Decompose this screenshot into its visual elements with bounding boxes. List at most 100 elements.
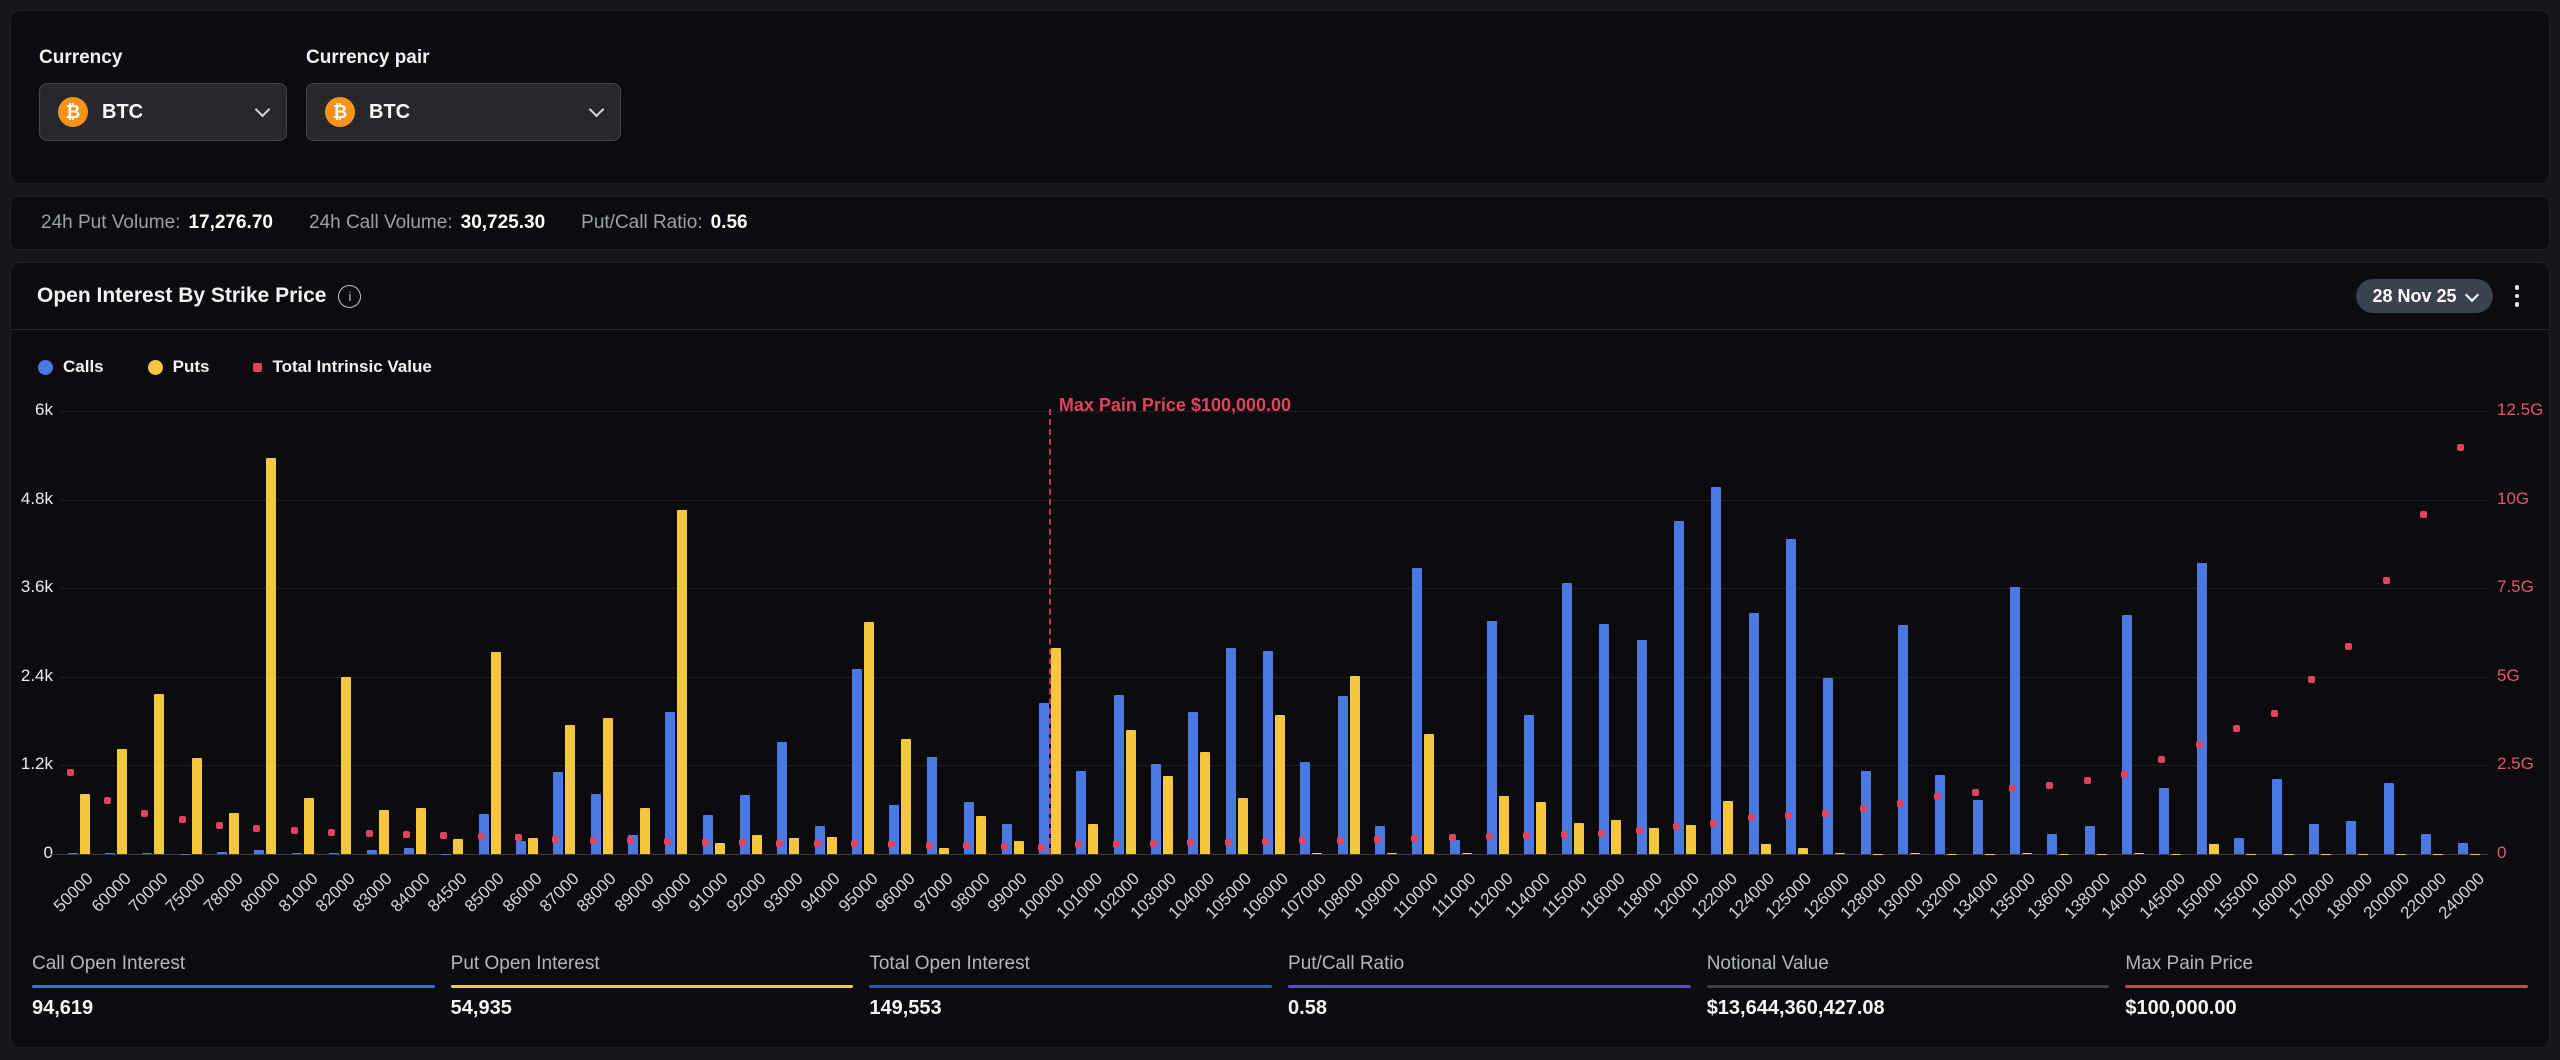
tiv-point [1598,830,1605,837]
currency-pair-value: BTC [369,101,410,124]
left-axis-tick: 0 [10,843,53,863]
tiv-point [1038,844,1045,851]
footer-stat: Total Open Interest 149,553 [869,953,1272,1020]
tiv-point [664,838,671,845]
put-call-ratio-label: Put/Call Ratio: [581,212,702,234]
call-bar [665,712,675,854]
call-bar [2309,824,2319,854]
call-bar [254,850,264,854]
tiv-point [1374,836,1381,843]
put-bar [1947,854,1957,855]
tiv-point [2271,710,2278,717]
put-bar [864,622,874,854]
tiv-point [440,832,447,839]
footer-stat: Notional Value $13,644,360,427.08 [1707,953,2110,1020]
footer-stat-underline [1707,985,2110,988]
put-bar [2433,854,2443,855]
put-bar [1163,776,1173,854]
put-bar [1088,824,1098,854]
put-bar [341,677,351,854]
tiv-point [627,837,634,844]
put-bar [1200,752,1210,854]
tiv-point [179,816,186,823]
tiv-point [590,837,597,844]
put-bar [266,458,276,854]
put-bar [1798,848,1808,854]
tiv-point [141,810,148,817]
tiv-point [739,839,746,846]
btc-coin-icon [325,97,355,127]
tiv-point [702,839,709,846]
tiv-point [888,841,895,848]
call-bar [2272,779,2282,854]
put-bar [752,835,762,854]
currency-pair-dropdown[interactable]: BTC [306,83,621,141]
x-tick-label: 60000 [88,869,136,917]
put-bar [379,810,389,854]
x-tick-label: 96000 [872,869,920,917]
max-pain-line [1049,409,1051,854]
x-tick-label: 84000 [386,869,434,917]
chevron-down-icon [255,102,271,118]
x-tick-label: 80000 [237,869,285,917]
call-bar [1861,771,1871,854]
tiv-point [1934,793,1941,800]
call-bar [1487,621,1497,854]
put-bar [1910,853,1920,854]
tiv-point [2009,785,2016,792]
put-bar [939,848,949,854]
x-tick-label: 88000 [573,869,621,917]
x-tick-label: 70000 [125,869,173,917]
tiv-point [2158,756,2165,763]
put-bar [1873,854,1883,855]
tiv-point [851,840,858,847]
put-bar [1649,828,1659,854]
tiv-point [1262,838,1269,845]
tiv-point [2420,511,2427,518]
put-bar [2321,854,2331,855]
tiv-point [552,836,559,843]
call-bar [1338,696,1348,854]
put-bar [1686,825,1696,854]
put-call-ratio-value: 0.56 [711,212,748,234]
put-bar [640,808,650,854]
tiv-point [366,830,373,837]
currency-dropdown[interactable]: BTC [39,83,287,141]
call-bar [1823,678,1833,854]
gridline [60,588,2488,589]
put-volume-label: 24h Put Volume: [41,212,180,234]
x-tick-label: 83000 [349,869,397,917]
call-bar [591,794,601,854]
put-bar [565,725,575,854]
footer-stat-underline [451,985,854,988]
call-bar [217,852,227,854]
put-bar [901,739,911,854]
put-bar [2246,854,2256,855]
put-bar [1126,730,1136,854]
call-bar [2458,843,2468,854]
x-tick-label: 78000 [200,869,248,917]
tiv-point [104,797,111,804]
currency-value: BTC [102,101,143,124]
footer-stat-underline [2125,985,2528,988]
max-pain-label: Max Pain Price $100,000.00 [1059,395,1291,416]
tiv-point [963,842,970,849]
put-bar [1312,853,1322,854]
tiv-point [1411,835,1418,842]
tiv-point [1748,814,1755,821]
put-bar [154,694,164,854]
left-axis-tick: 3.6k [10,577,53,597]
footer-stat: Put Open Interest 54,935 [451,953,854,1020]
x-tick-label: 97000 [909,869,957,917]
call-bar [1226,648,1236,854]
open-interest-chart-panel: Open Interest By Strike Price 28 Nov 25 … [10,262,2550,1048]
call-volume-stat: 24h Call Volume: 30,725.30 [309,212,545,234]
put-bar [976,816,986,854]
tiv-point [926,842,933,849]
put-bar [2059,854,2069,855]
put-bar [1723,801,1733,854]
put-bar [677,510,687,854]
call-bar [1786,539,1796,854]
put-bar [1238,798,1248,854]
call-bar [1188,712,1198,854]
